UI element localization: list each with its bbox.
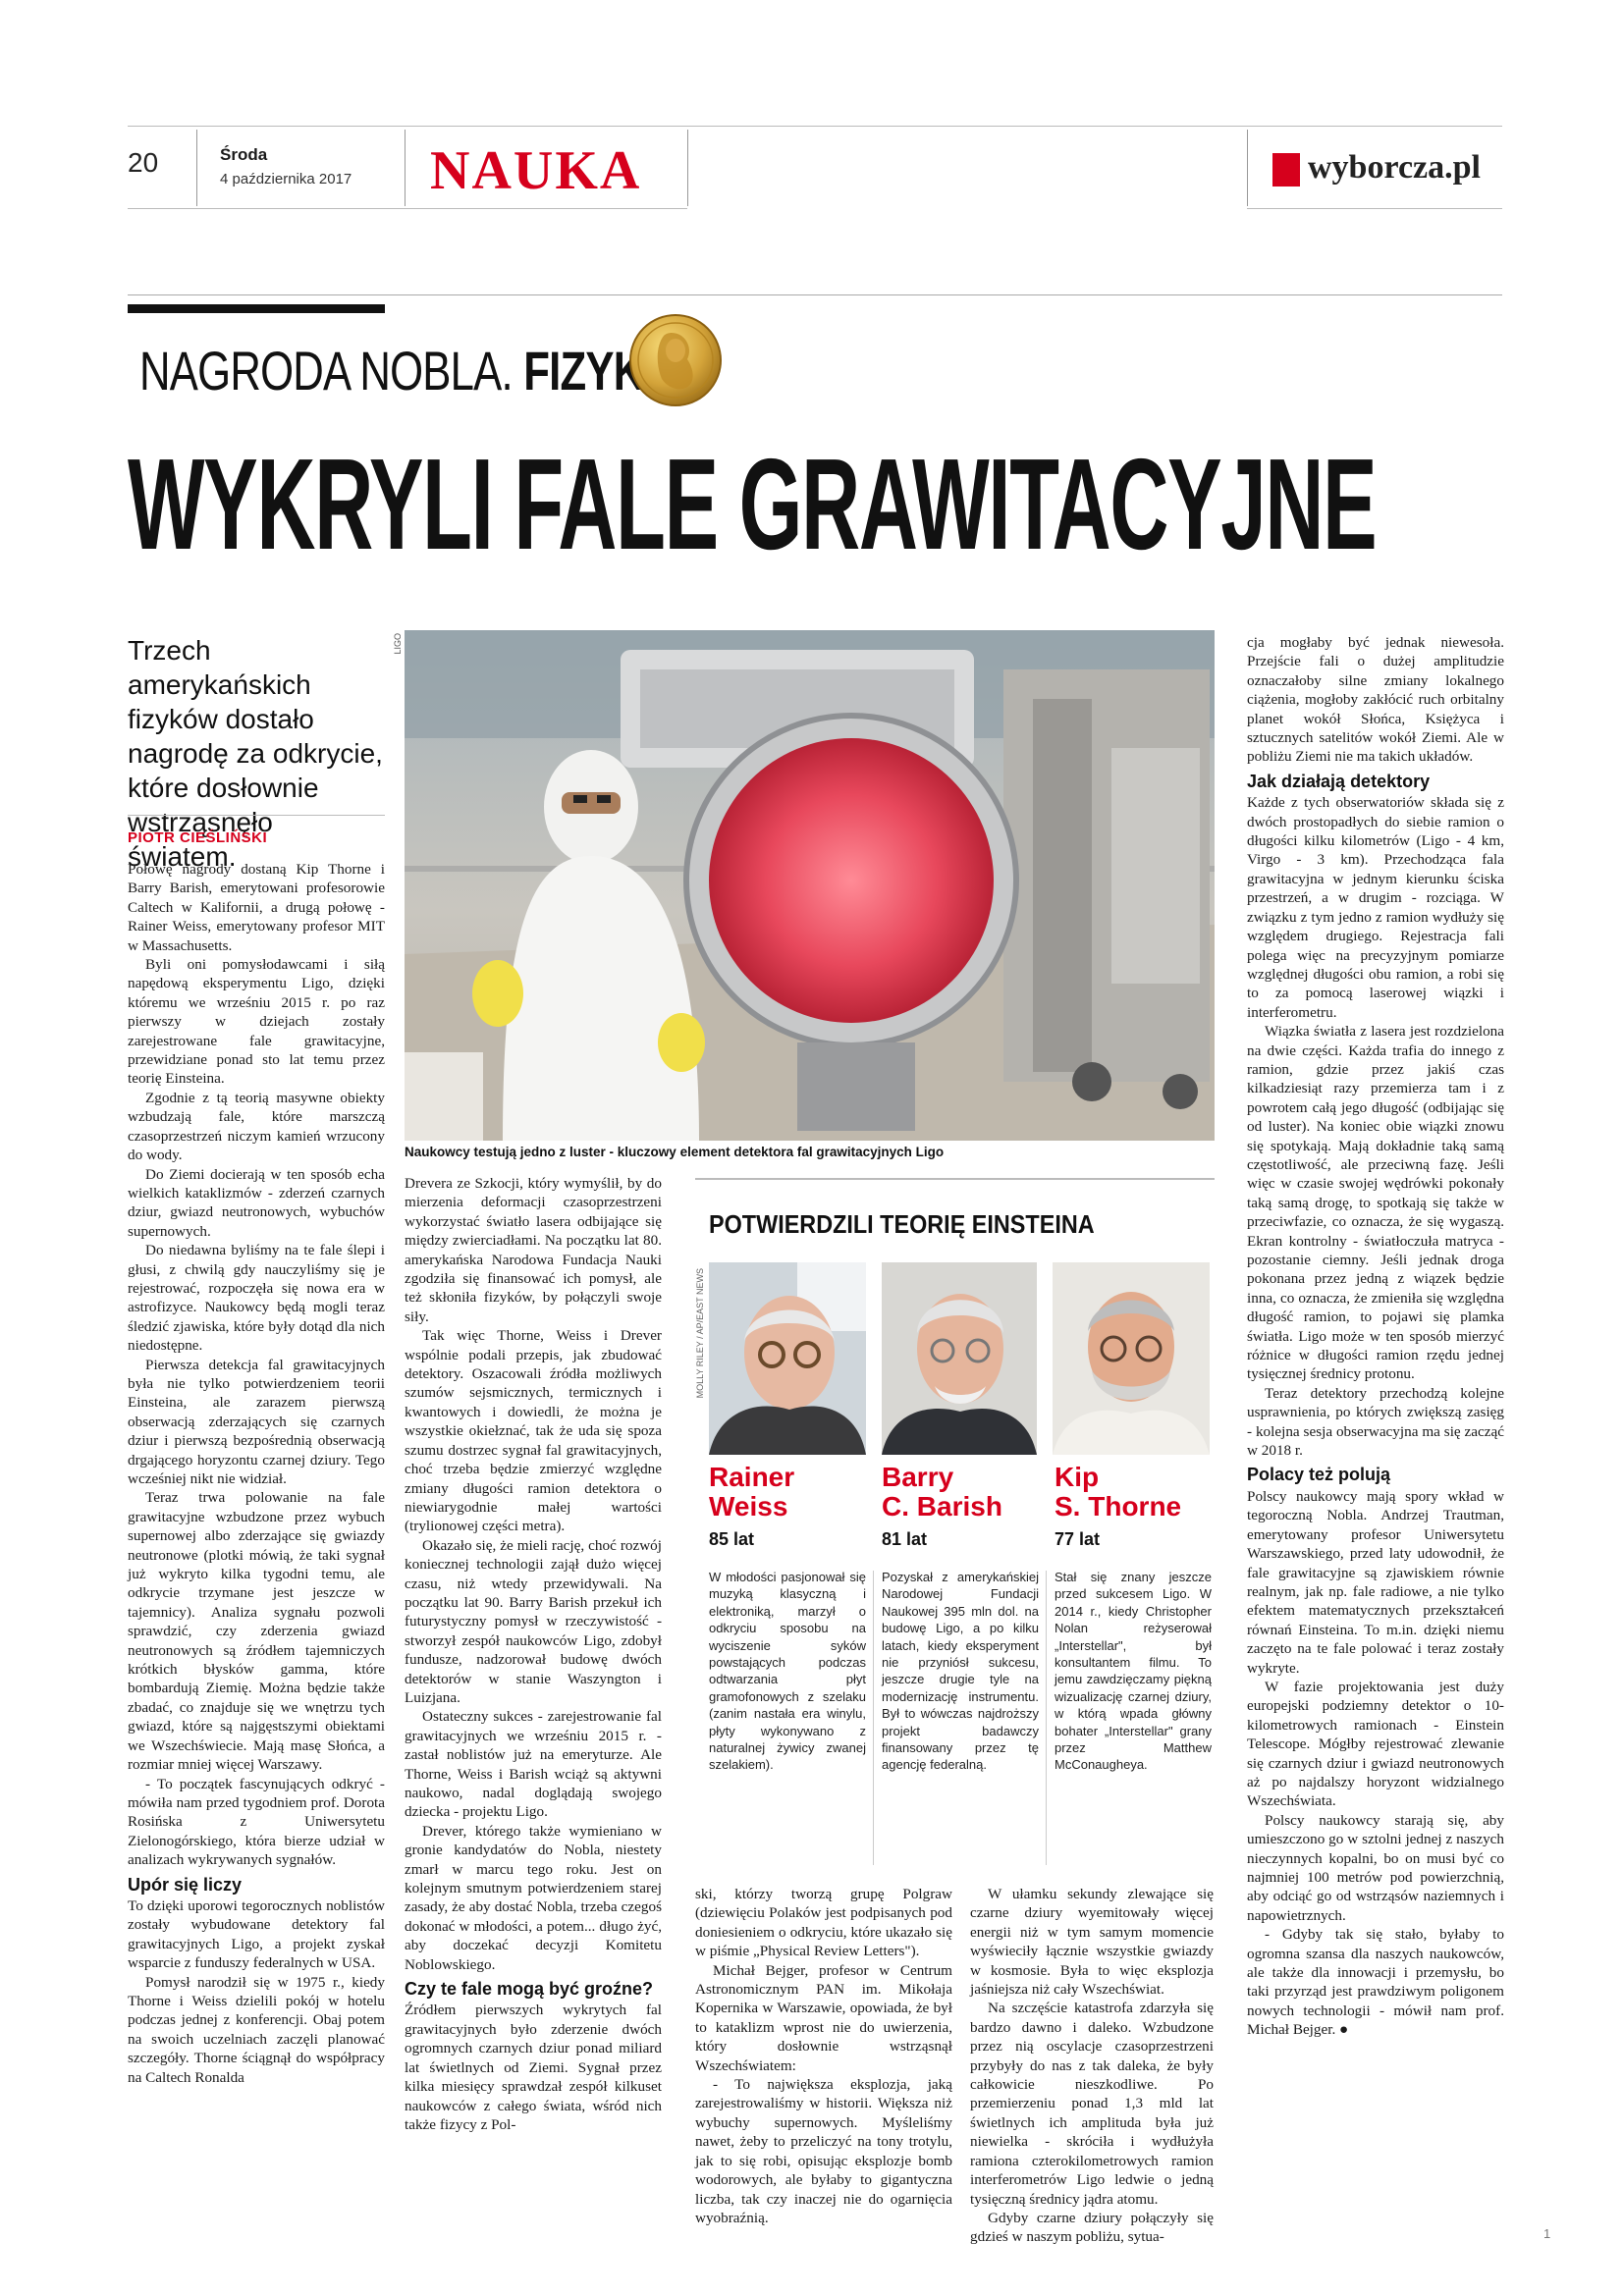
person-name: Kip S. Thorne [1055, 1463, 1181, 1522]
subhead-dangerous: Czy te fale mogą być groźne? [405, 1979, 654, 2000]
paragraph: Michał Bejger, profesor w Centrum Astron… [695, 1961, 952, 2074]
paragraph: To dzięki uporowi tegorocznych noblistów… [128, 1896, 385, 1972]
bio-divider [1046, 1571, 1047, 1865]
section-rule [128, 294, 1502, 295]
portrait-thorne [1053, 1262, 1210, 1455]
top-rule [128, 126, 1502, 127]
issue-date: 4 października 2017 [220, 171, 352, 187]
paragraph: Pomysł narodził się w 1975 r., kiedy Tho… [128, 1973, 385, 2086]
lead-photo [405, 630, 1215, 1141]
headline: WYKRYLI FALE GRAWITACYJNE [128, 432, 1378, 576]
person-bio: Pozyskał z amerykańskiej Narodowej Funda… [882, 1570, 1039, 1773]
bio-divider [873, 1571, 874, 1865]
author-byline: PIOTR CIEŚLIŃSKI [128, 829, 268, 846]
paragraph: Do Ziemi docierają w ten sposób echa wie… [128, 1165, 385, 1240]
text-column-5: cja mogłaby być jednak niewesoła. Przejś… [1247, 633, 1504, 2040]
nobel-medal-icon [626, 306, 725, 414]
publication-logo[interactable]: wyborcza.pl [1272, 149, 1481, 192]
paragraph: Zgodnie z tą teorią masywne obiekty wzbu… [128, 1089, 385, 1164]
person-age: 77 lat [1055, 1529, 1101, 1549]
person-name: Barry C. Barish [882, 1463, 1002, 1522]
header-divider [405, 130, 406, 206]
box-title: POTWIERDZILI TEORIĘ EINSTEINA [709, 1209, 1095, 1239]
last-name: S. Thorne [1055, 1491, 1182, 1522]
header-rule [128, 208, 687, 209]
first-name: Kip [1055, 1462, 1100, 1492]
header-divider [196, 130, 197, 206]
paragraph: Gdyby czarne dziury połączyły się gdzieś… [970, 2209, 1214, 2246]
text-column-4: W ułamku sekundy zlewające się czarne dz… [970, 1885, 1214, 2247]
paragraph: Byli oni pomysłodawcami i siłą napędową … [128, 956, 385, 1088]
paragraph: Polscy naukowcy starają się, aby umieszc… [1247, 1811, 1504, 1924]
paragraph: Drevera ze Szkocji, który wymyślił, by d… [405, 1175, 662, 1325]
paragraph: Połowę nagrody dostaną Kip Thorne i Barr… [128, 861, 385, 954]
subhead-poles: Polacy też polują [1247, 1465, 1391, 1485]
photo-credit: LIGO [393, 633, 403, 655]
paragraph: Teraz detektory przechodzą kolejne uspra… [1247, 1384, 1504, 1460]
last-name: Weiss [709, 1491, 788, 1522]
last-name: C. Barish [882, 1491, 1002, 1522]
paragraph: - To największa eksplozja, jaką zarejest… [695, 2076, 952, 2226]
text-column-1: Połowę nagrody dostaną Kip Thorne i Barr… [128, 860, 385, 2087]
header-divider [687, 130, 688, 206]
logo-square-icon [1272, 153, 1300, 187]
person-name: Rainer Weiss [709, 1463, 794, 1522]
photo-caption: Naukowcy testują jedno z luster - kluczo… [405, 1145, 945, 1159]
page-number: 20 [128, 147, 159, 178]
paragraph: Polscy naukowcy mają spory wkład w tegor… [1247, 1487, 1504, 1677]
paragraph: Każde z tych obserwatoriów składa się z … [1247, 794, 1504, 1021]
text-column-3: ski, którzy tworzą grupę Polgraw (dziewi… [695, 1885, 952, 2227]
first-name: Barry [882, 1462, 954, 1492]
paragraph: Do niedawna byliśmy na te fale ślepi i g… [128, 1242, 385, 1355]
person-age: 85 lat [709, 1529, 755, 1549]
paragraph: Drever, którego także wymieniano w groni… [405, 1822, 662, 1973]
paragraph: Wiązka światła z lasera jest rozdzielona… [1247, 1023, 1504, 1383]
paragraph: Źródłem pierwszych wykrytych fal grawita… [405, 2002, 662, 2133]
paragraph: - Gdyby tak się stało, byłaby to ogromna… [1247, 1926, 1504, 2039]
issue-day: Środa [220, 145, 268, 164]
person-bio: W młodości pasjonował się muzyką klasycz… [709, 1570, 866, 1773]
header-divider [1247, 130, 1248, 206]
person-bio: Stał się znany jeszcze przed sukcesem Li… [1055, 1570, 1212, 1773]
paragraph: Tak więc Thorne, Weiss i Drever wspólnie… [405, 1327, 662, 1535]
portrait-barish [882, 1262, 1037, 1455]
paragraph: Okazało się, że mieli rację, choć rozwój… [405, 1536, 662, 1706]
text-column-2: Drevera ze Szkocji, który wymyślił, by d… [405, 1174, 662, 2134]
paragraph: ski, którzy tworzą grupę Polgraw (dziewi… [695, 1886, 952, 1960]
kicker: NAGRODA NOBLA. FIZYKA [139, 339, 675, 402]
kicker-prize: NAGRODA NOBLA. [139, 340, 514, 401]
paragraph: - To początek fascynujących odkryć - mów… [128, 1775, 385, 1869]
paragraph: Ostateczny sukces - zarejestrowanie fal … [405, 1708, 662, 1821]
section-title: NAUKA [430, 140, 642, 201]
person-age: 81 lat [882, 1529, 928, 1549]
paragraph: cja mogłaby być jednak niewesoła. Przejś… [1247, 634, 1504, 766]
paragraph: Na szczęście katastrofa zdarzyła się bar… [970, 2000, 1214, 2208]
subhead-detectors: Jak działają detektory [1247, 771, 1431, 791]
first-name: Rainer [709, 1462, 795, 1492]
paragraph: W ułamku sekundy zlewające się czarne dz… [970, 1886, 1214, 1999]
lead-rule [128, 815, 385, 816]
paragraph: Teraz trwa polowanie na fale grawitacyjn… [128, 1489, 385, 1774]
footer-number: 1 [1543, 2226, 1551, 2241]
header-rule [1247, 208, 1502, 209]
logo-text: wyborcza.pl [1308, 149, 1481, 186]
box-photo-credit: MOLLY RILEY / AP/EAST NEWS [695, 1268, 705, 1399]
paragraph: Pierwsza detekcja fal grawitacyjnych był… [128, 1356, 385, 1487]
paragraph: W fazie projektowania jest duży europejs… [1247, 1678, 1504, 1810]
kicker-bar [128, 304, 385, 313]
subhead-uporsie: Upór się liczy [128, 1874, 243, 1895]
portrait-weiss [709, 1262, 866, 1455]
